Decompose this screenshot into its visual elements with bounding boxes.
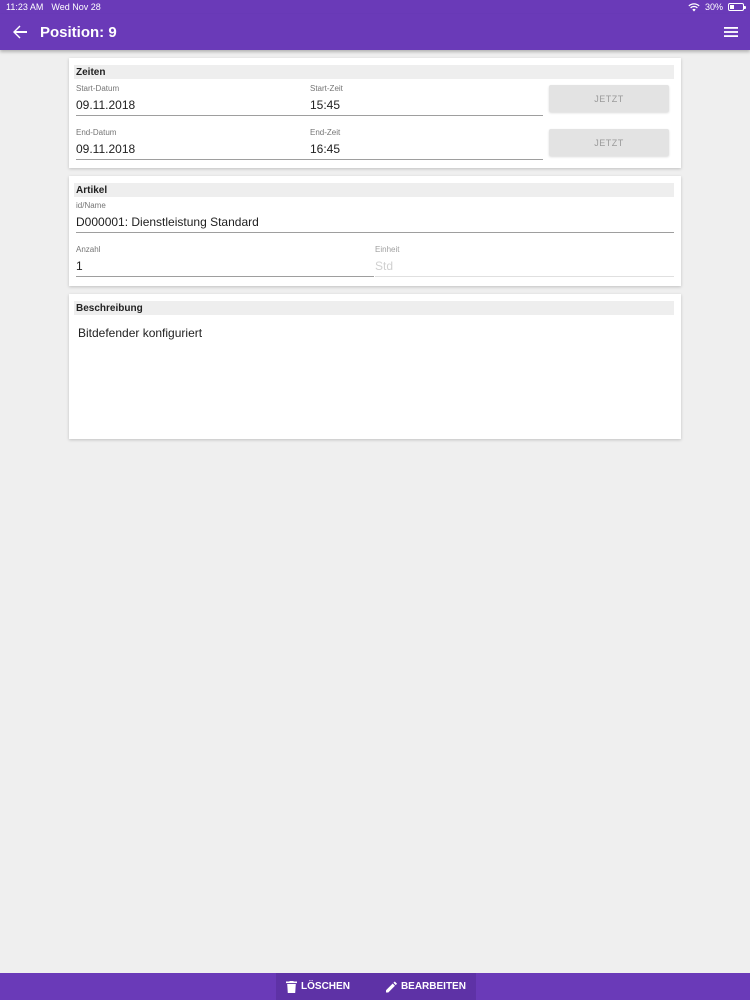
bottom-bar: LÖSCHEN BEARBEITEN (0, 973, 750, 1000)
wifi-icon (688, 2, 700, 11)
status-time: 11:23 AM (6, 2, 44, 12)
start-time-value: 15:45 (310, 98, 341, 112)
end-time-field[interactable]: End-Zeit 16:45 (310, 128, 540, 156)
app-bar: Position: 9 (0, 14, 750, 50)
article-id-label: id/Name (76, 201, 106, 210)
end-now-button[interactable]: JETZT (549, 129, 669, 156)
start-date-label: Start-Datum (76, 84, 120, 93)
einheit-underline (375, 276, 674, 277)
zeiten-card: Zeiten Start-Datum 09.11.2018 Start-Zeit… (69, 58, 681, 168)
anzahl-label: Anzahl (76, 245, 101, 254)
end-row-underline (76, 159, 543, 160)
end-date-value: 09.11.2018 (76, 142, 136, 156)
start-time-label: Start-Zeit (310, 84, 343, 93)
artikel-header: Artikel (74, 183, 674, 197)
start-row-underline (76, 115, 543, 116)
zeiten-header: Zeiten (74, 65, 674, 79)
status-bar: 11:23 AM Wed Nov 28 30% (0, 0, 750, 14)
einheit-label: Einheit (375, 245, 400, 254)
end-time-value: 16:45 (310, 142, 341, 156)
article-id-value: D000001: Dienstleistung Standard (76, 215, 259, 229)
status-left: 11:23 AM Wed Nov 28 (6, 2, 101, 12)
delete-button[interactable]: LÖSCHEN (286, 980, 350, 993)
beschreibung-card: Beschreibung Bitdefender konfiguriert (69, 294, 681, 439)
anzahl-value: 1 (76, 259, 83, 273)
status-date: Wed Nov 28 (51, 2, 101, 12)
start-time-field[interactable]: Start-Zeit 15:45 (310, 84, 540, 112)
start-date-value: 09.11.2018 (76, 98, 136, 112)
page-title: Position: 9 (40, 23, 117, 41)
trash-icon (286, 980, 298, 993)
anzahl-underline (76, 276, 374, 277)
artikel-card: Artikel id/Name D000001: Dienstleistung … (69, 176, 681, 286)
article-id-field[interactable]: id/Name D000001: Dienstleistung Standard (76, 201, 674, 229)
bottom-actions: LÖSCHEN BEARBEITEN (276, 973, 476, 1000)
article-id-underline (76, 232, 674, 233)
end-date-field[interactable]: End-Datum 09.11.2018 (76, 128, 306, 156)
menu-icon[interactable] (724, 26, 738, 38)
end-date-label: End-Datum (76, 128, 117, 137)
einheit-value: Std (375, 259, 394, 273)
battery-icon (728, 3, 746, 11)
anzahl-field[interactable]: Anzahl 1 (76, 245, 371, 273)
start-date-field[interactable]: Start-Datum 09.11.2018 (76, 84, 306, 112)
edit-label: BEARBEITEN (400, 981, 466, 992)
battery-percent: 30% (704, 2, 723, 12)
back-arrow-icon[interactable] (12, 24, 28, 40)
end-time-label: End-Zeit (310, 128, 341, 137)
edit-button[interactable]: BEARBEITEN (385, 981, 466, 993)
delete-label: LÖSCHEN (301, 981, 350, 992)
beschreibung-header: Beschreibung (74, 301, 674, 315)
description-text[interactable]: Bitdefender konfiguriert (78, 326, 202, 340)
einheit-field: Einheit Std (375, 245, 673, 273)
status-right: 30% (688, 2, 746, 12)
start-now-button[interactable]: JETZT (549, 85, 669, 112)
pencil-icon (385, 981, 397, 992)
